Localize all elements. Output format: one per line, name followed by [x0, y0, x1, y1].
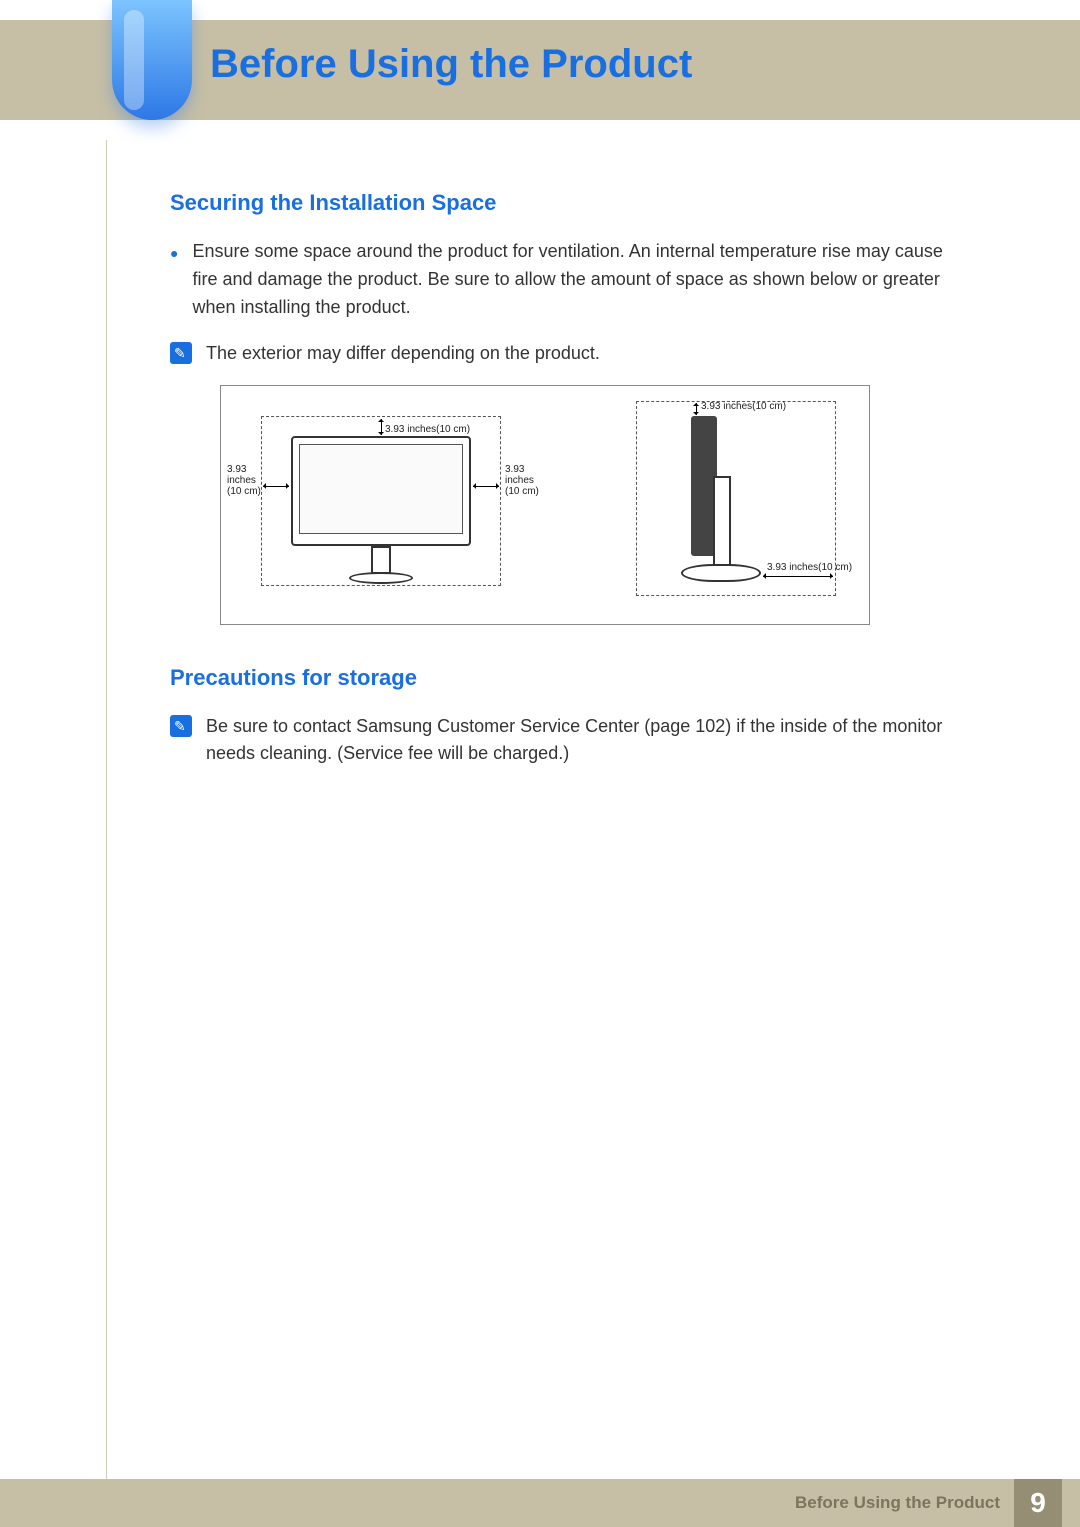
arrow-side-bottom	[763, 576, 833, 577]
monitor-side-base	[681, 564, 761, 582]
footer-band: Before Using the Product 9	[0, 1479, 1080, 1527]
note-icon	[170, 342, 192, 364]
left-margin-rule	[106, 140, 107, 1527]
note-text: The exterior may differ depending on the…	[206, 340, 600, 367]
arrow-left	[263, 486, 289, 487]
note-text: Be sure to contact Samsung Customer Serv…	[206, 713, 970, 767]
clearance-diagram: 3.93 inches(10 cm) 3.93 inches (10 cm) 3…	[220, 385, 870, 625]
chapter-tab-decor	[112, 0, 192, 120]
dim-label-top: 3.93 inches(10 cm)	[385, 424, 470, 435]
note-row: The exterior may differ depending on the…	[170, 340, 970, 367]
section-title-installation-space: Securing the Installation Space	[170, 190, 970, 216]
arrow-top	[381, 419, 382, 435]
bullet-text: Ensure some space around the product for…	[192, 238, 970, 322]
dim-label-side-top: 3.93 inches(10 cm)	[701, 401, 786, 412]
arrow-right	[473, 486, 499, 487]
footer-chapter: Before Using the Product	[795, 1493, 1000, 1513]
page-number: 9	[1014, 1479, 1062, 1527]
page-title: Before Using the Product	[210, 42, 692, 87]
content-area: Securing the Installation Space ● Ensure…	[170, 190, 970, 785]
note-row: Be sure to contact Samsung Customer Serv…	[170, 713, 970, 767]
dim-label-right: 3.93 inches (10 cm)	[505, 464, 539, 497]
bullet-item: ● Ensure some space around the product f…	[170, 238, 970, 322]
section-title-precautions-storage: Precautions for storage	[170, 665, 970, 691]
bullet-icon: ●	[170, 243, 178, 322]
monitor-side-arm	[713, 476, 731, 566]
dim-label-side-bottom: 3.93 inches(10 cm)	[767, 562, 852, 573]
note-icon	[170, 715, 192, 737]
monitor-front-stand	[371, 546, 391, 574]
monitor-front-base	[349, 572, 413, 584]
dim-label-left: 3.93 inches (10 cm)	[227, 464, 261, 497]
arrow-side-top	[696, 403, 697, 415]
monitor-front-screen	[299, 444, 463, 534]
